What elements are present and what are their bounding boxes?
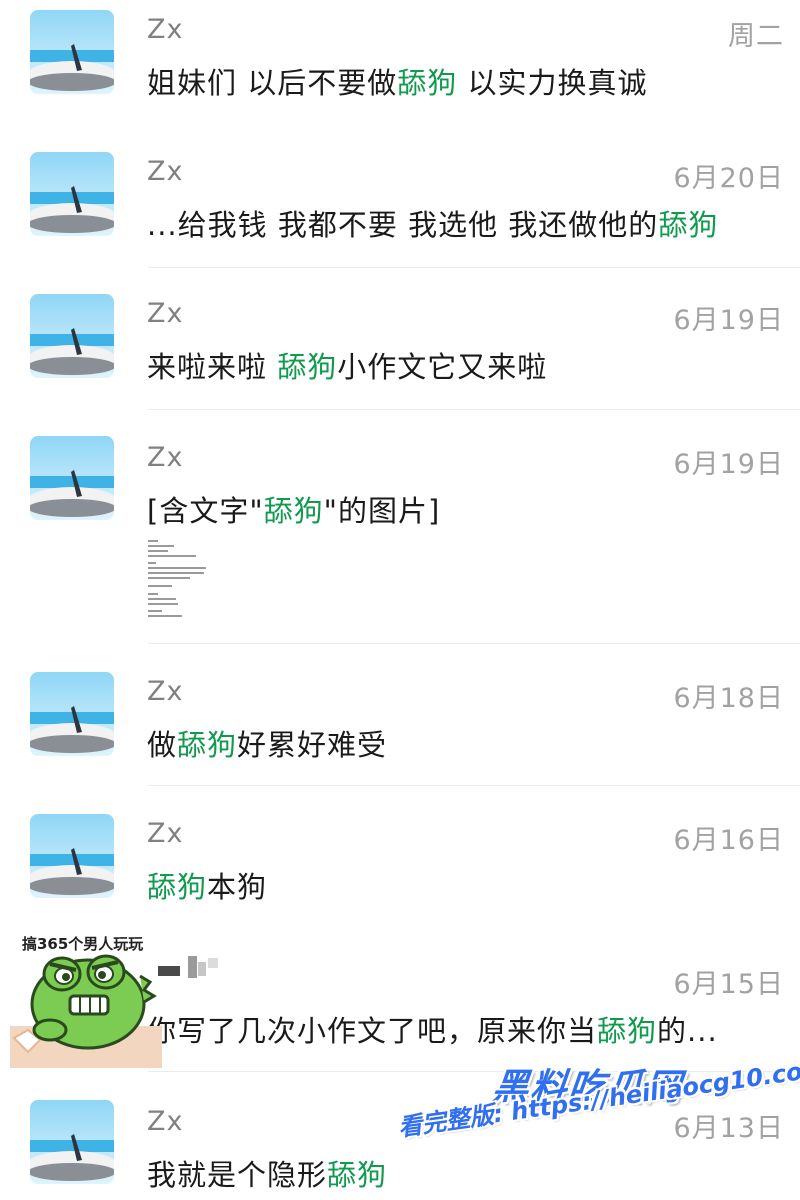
message-preview: ...给我钱 我都不要 我选他 我还做他的舔狗 [147, 202, 718, 244]
message-preview: 来啦来啦 舔狗小作文它又来啦 [147, 344, 547, 386]
keyword-highlight: 舔狗 [263, 494, 324, 528]
keyword-highlight: 舔狗 [177, 728, 238, 762]
keyword-highlight: 舔狗 [147, 870, 208, 904]
chat-search-results: Zx 周二 姐妹们 以后不要做舔狗 以实力换真诚 Zx 6月20日 ...给我钱… [0, 0, 800, 1200]
chat-row[interactable]: Zx 6月16日 舔狗本狗 [0, 786, 800, 928]
preview-text: 姐妹们 以后不要做 [147, 66, 398, 100]
avatar [30, 152, 114, 236]
avatar [30, 294, 114, 378]
avatar [30, 814, 114, 898]
keyword-highlight: 舔狗 [397, 66, 458, 100]
message-date: 6月18日 [673, 683, 784, 714]
avatar [30, 672, 114, 756]
preview-text: 以实力换真诚 [457, 66, 648, 100]
chat-row[interactable]: Zx 6月19日 来啦来啦 舔狗小作文它又来啦 [0, 268, 800, 410]
message-preview: 舔狗本狗 [147, 864, 267, 906]
preview-text: 好累好难受 [237, 728, 388, 762]
preview-text: 我就是个隐形 [147, 1158, 328, 1192]
keyword-highlight: 舔狗 [658, 208, 719, 242]
message-date: 6月13日 [673, 1113, 784, 1144]
contact-name: Zx [147, 676, 184, 707]
keyword-highlight: 舔狗 [597, 1014, 658, 1048]
message-date: 6月15日 [673, 969, 784, 1000]
sticker-caption: 搞365个男人玩玩 [22, 935, 144, 953]
message-preview: 姐妹们 以后不要做舔狗 以实力换真诚 [147, 60, 647, 102]
message-preview: 你写了几次小作文了吧，原来你当舔狗的... [147, 1008, 718, 1050]
message-preview: 我就是个隐形舔狗 [147, 1152, 387, 1194]
preview-text: 的... [657, 1014, 718, 1048]
preview-text: 你写了几次小作文了吧，原来你当 [147, 1014, 598, 1048]
chat-row[interactable]: Zx 6月20日 ...给我钱 我都不要 我选他 我还做他的舔狗 [0, 130, 800, 268]
preview-text: 做 [147, 728, 178, 762]
chat-row[interactable]: Zx 6月18日 做舔狗好累好难受 [0, 644, 800, 786]
message-date: 6月16日 [673, 825, 784, 856]
preview-text: 小作文它又来啦 [337, 350, 548, 384]
avatar [30, 1100, 114, 1184]
chat-row[interactable]: Zx 周二 姐妹们 以后不要做舔狗 以实力换真诚 [0, 0, 800, 130]
contact-name: Zx [147, 818, 184, 849]
keyword-highlight: 舔狗 [277, 350, 338, 384]
message-date: 6月20日 [673, 163, 784, 194]
preview-text: 本狗 [207, 870, 268, 904]
avatar [30, 10, 114, 94]
chat-row[interactable]: Zx 6月19日 [含文字"舔狗"的图片] [0, 410, 800, 644]
preview-text: [含文字" [147, 494, 264, 528]
contact-name: Zx [147, 14, 184, 45]
preview-text: ...给我钱 我都不要 我选他 我还做他的 [147, 208, 659, 242]
contact-name: Zx [147, 1106, 184, 1137]
keyword-highlight: 舔狗 [327, 1158, 388, 1192]
message-date: 周二 [728, 21, 784, 52]
preview-text: "的图片] [323, 494, 441, 528]
image-thumbnail[interactable] [146, 536, 216, 621]
preview-text: 来啦来啦 [147, 350, 278, 384]
contact-name: Zx [147, 442, 184, 473]
message-preview: [含文字"舔狗"的图片] [147, 488, 440, 530]
contact-name: Zx [147, 298, 184, 329]
message-date: 6月19日 [673, 305, 784, 336]
message-preview: 做舔狗好累好难受 [147, 722, 387, 764]
blurred-contact-name [158, 952, 228, 984]
message-date: 6月19日 [673, 449, 784, 480]
avatar [30, 436, 114, 520]
contact-name: Zx [147, 156, 184, 187]
